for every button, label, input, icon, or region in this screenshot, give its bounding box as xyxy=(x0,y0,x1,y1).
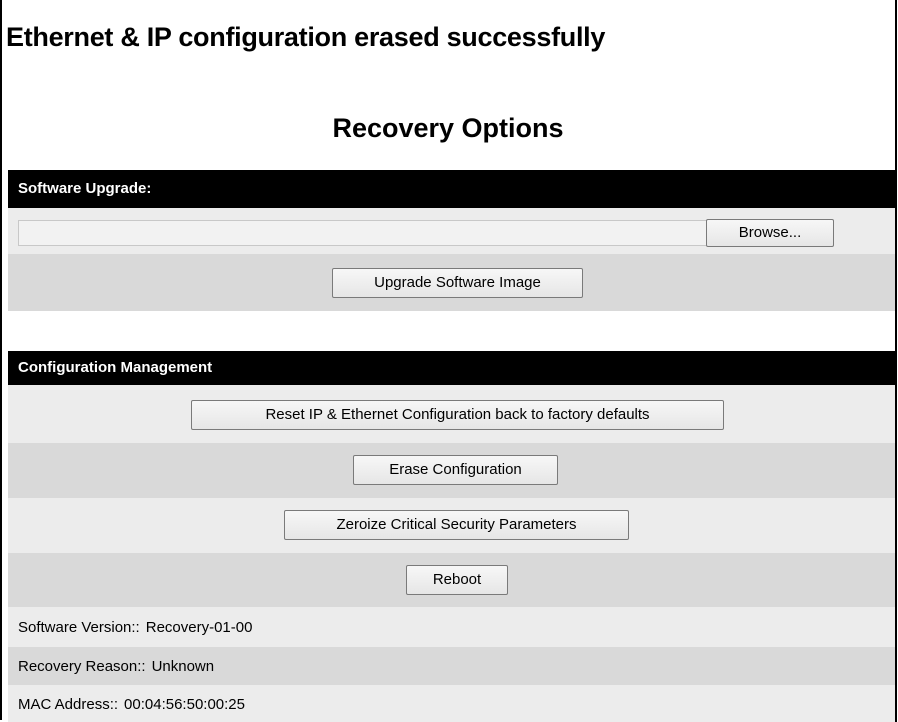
file-path-input[interactable] xyxy=(18,220,708,246)
zeroize-parameters-button[interactable]: Zeroize Critical Security Parameters xyxy=(284,510,629,540)
section-spacer xyxy=(8,311,895,351)
mac-address-row: MAC Address:: 00:04:56:50:00:25 xyxy=(8,685,895,722)
erase-row: Erase Configuration xyxy=(8,443,895,498)
reset-row: Reset IP & Ethernet Configuration back t… xyxy=(8,385,895,443)
upgrade-software-image-button[interactable]: Upgrade Software Image xyxy=(332,268,583,298)
mac-address-value: 00:04:56:50:00:25 xyxy=(124,696,245,713)
recovery-reason-info: Recovery Reason:: Unknown xyxy=(18,658,214,675)
recovery-reason-row: Recovery Reason:: Unknown xyxy=(8,647,895,685)
zeroize-row: Zeroize Critical Security Parameters xyxy=(8,498,895,553)
file-select-row: Browse... xyxy=(8,208,895,254)
software-version-info: Software Version:: Recovery-01-00 xyxy=(18,619,252,636)
recovery-reason-value: Unknown xyxy=(151,658,215,675)
software-version-row: Software Version:: Recovery-01-00 xyxy=(8,607,895,647)
erase-configuration-button[interactable]: Erase Configuration xyxy=(353,455,558,485)
mac-address-label: MAC Address:: xyxy=(18,696,119,713)
page-frame-right-border xyxy=(895,0,897,722)
recovery-reason-label: Recovery Reason:: xyxy=(18,658,146,675)
reboot-row: Reboot xyxy=(8,553,895,607)
status-message: Ethernet & IP configuration erased succe… xyxy=(6,22,606,52)
reboot-button[interactable]: Reboot xyxy=(406,565,508,595)
reset-factory-defaults-button[interactable]: Reset IP & Ethernet Configuration back t… xyxy=(191,400,724,430)
upgrade-row: Upgrade Software Image xyxy=(8,254,895,311)
page-title: Recovery Options xyxy=(332,113,564,143)
mac-address-info: MAC Address:: 00:04:56:50:00:25 xyxy=(18,696,245,713)
configuration-management-header: Configuration Management xyxy=(8,351,895,385)
software-upgrade-header: Software Upgrade: xyxy=(8,170,895,208)
software-version-value: Recovery-01-00 xyxy=(145,619,253,636)
browse-button[interactable]: Browse... xyxy=(706,219,834,247)
software-version-label: Software Version:: xyxy=(18,619,140,636)
